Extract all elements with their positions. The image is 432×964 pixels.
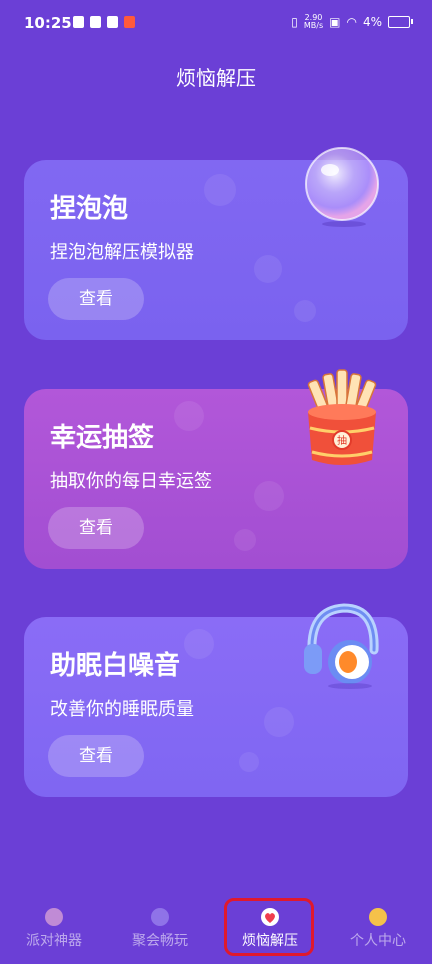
decor-bubble [254,255,282,283]
sim-icon: ▣ [329,15,341,29]
party-icon [45,908,63,926]
status-bar: 10:25 ▯ 2.90 MB/s ▣ ◠ 4% [0,0,432,52]
wifi-icon: ◠ [346,15,357,29]
card-title: 助眠白噪音 [50,651,181,681]
decor-bubble [234,529,256,551]
battery-saver-icon [73,16,84,28]
battery-percent: 4% [362,15,382,29]
view-button[interactable]: 查看 [48,735,144,777]
nav-item-party[interactable]: 派对神器 [0,906,108,958]
status-time: 10:25 [24,14,72,32]
speed-unit: MB/s [303,21,324,30]
card-subtitle: 抽取你的每日幸运签 [50,471,212,492]
lucky-draw-icon: 抽 [307,369,377,465]
app-notification-icon [124,16,135,28]
decor-bubble [254,481,284,511]
decor-bubble [184,629,214,659]
battery-icon [388,16,413,28]
selection-highlight [224,898,314,956]
tiktok-icon [107,16,118,28]
nav-label: 聚会畅玩 [132,933,188,949]
decor-bubble [204,174,236,206]
view-button[interactable]: 查看 [48,278,144,320]
headphones-icon [304,603,379,689]
mail-icon [90,16,101,28]
profile-icon [369,908,387,926]
nav-item-profile[interactable]: 个人中心 [324,906,432,958]
card-subtitle: 捏泡泡解压模拟器 [50,242,194,263]
nav-label: 派对神器 [26,933,82,949]
card-subtitle: 改善你的睡眠质量 [50,699,194,720]
status-right: ▯ 2.90 MB/s ▣ ◠ 4% [291,14,413,30]
view-button[interactable]: 查看 [48,507,144,549]
card-title: 幸运抽签 [50,423,155,453]
nav-item-gathering[interactable]: 聚会畅玩 [106,906,214,958]
decor-bubble [174,401,204,431]
decor-bubble [264,707,294,737]
nav-label: 个人中心 [350,933,406,949]
lucky-draw-badge: 抽 [337,434,347,447]
decor-bubble [239,752,259,772]
gathering-icon [151,908,169,926]
card-title: 捏泡泡 [50,194,129,224]
network-speed: 2.90 MB/s [304,14,323,30]
decor-bubble [294,300,316,322]
page-title: 烦恼解压 [176,66,256,90]
bottom-nav: 派对神器 聚会畅玩 烦恼解压 个人中心 [0,900,432,964]
bubble-icon [305,147,379,227]
notification-icons [73,16,135,28]
vibrate-icon: ▯ [291,15,298,29]
